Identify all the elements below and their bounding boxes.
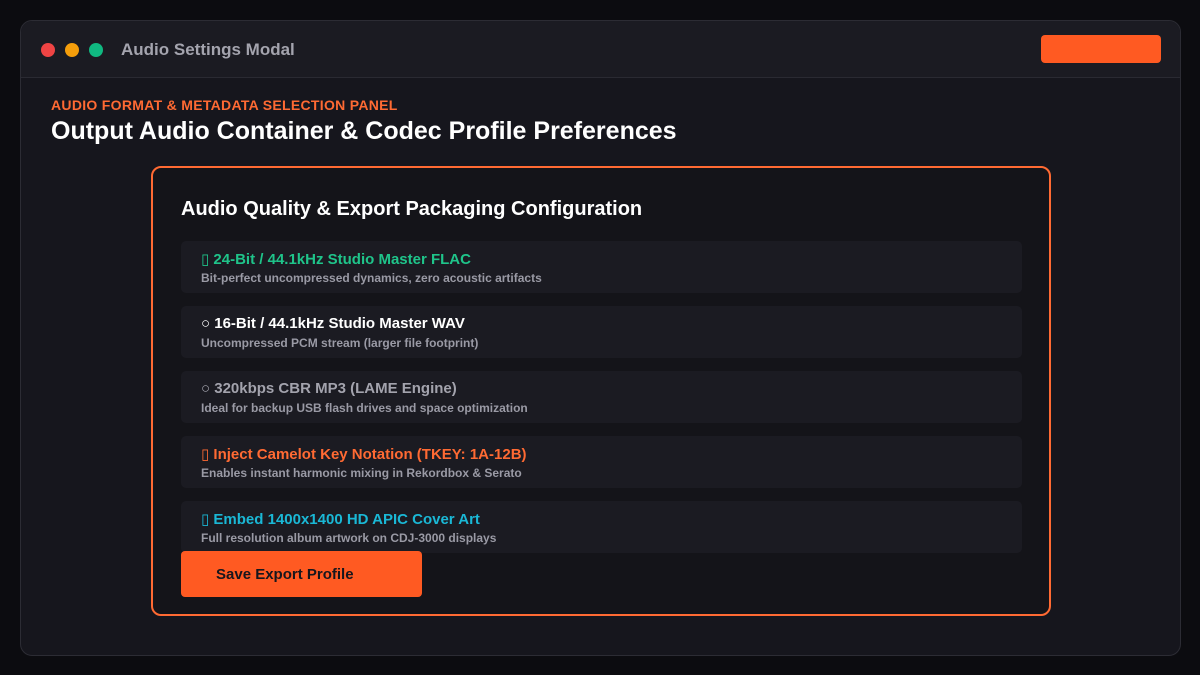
page-title: Output Audio Container & Codec Profile P… <box>51 117 677 145</box>
option-wav-desc: Uncompressed PCM stream (larger file foo… <box>201 336 479 350</box>
option-camelot-key-label: ▯ Inject Camelot Key Notation (TKEY: 1A-… <box>201 446 527 463</box>
save-export-profile-button[interactable]: Save Export Profile <box>181 551 422 597</box>
option-wav[interactable]: ○ 16-Bit / 44.1kHz Studio Master WAV Unc… <box>181 306 1022 358</box>
option-wav-label: ○ 16-Bit / 44.1kHz Studio Master WAV <box>201 315 465 332</box>
option-flac-desc: Bit-perfect uncompressed dynamics, zero … <box>201 271 542 285</box>
panel-eyebrow: AUDIO FORMAT & METADATA SELECTION PANEL <box>51 97 398 113</box>
titlebar-action-button[interactable] <box>1041 35 1161 63</box>
close-window-button[interactable] <box>41 43 55 57</box>
option-cover-art-label: ▯ Embed 1400x1400 HD APIC Cover Art <box>201 511 480 528</box>
panel-title: Audio Quality & Export Packaging Configu… <box>181 198 643 220</box>
option-camelot-key-desc: Enables instant harmonic mixing in Rekor… <box>201 466 522 480</box>
option-cover-art-desc: Full resolution album artwork on CDJ-300… <box>201 531 497 545</box>
maximize-window-button[interactable] <box>89 43 103 57</box>
option-mp3[interactable]: ○ 320kbps CBR MP3 (LAME Engine) Ideal fo… <box>181 371 1022 423</box>
window-title: Audio Settings Modal <box>121 40 295 59</box>
option-mp3-desc: Ideal for backup USB flash drives and sp… <box>201 401 528 415</box>
option-camelot-key[interactable]: ▯ Inject Camelot Key Notation (TKEY: 1A-… <box>181 436 1022 488</box>
option-cover-art[interactable]: ▯ Embed 1400x1400 HD APIC Cover Art Full… <box>181 501 1022 553</box>
option-flac-label: ▯ 24-Bit / 44.1kHz Studio Master FLAC <box>201 251 471 268</box>
title-bar: Audio Settings Modal <box>21 21 1180 78</box>
minimize-window-button[interactable] <box>65 43 79 57</box>
audio-settings-window: Audio Settings Modal AUDIO FORMAT & META… <box>20 20 1181 656</box>
option-mp3-label: ○ 320kbps CBR MP3 (LAME Engine) <box>201 380 457 397</box>
export-configuration-panel: Audio Quality & Export Packaging Configu… <box>151 166 1051 616</box>
option-flac[interactable]: ▯ 24-Bit / 44.1kHz Studio Master FLAC Bi… <box>181 241 1022 293</box>
